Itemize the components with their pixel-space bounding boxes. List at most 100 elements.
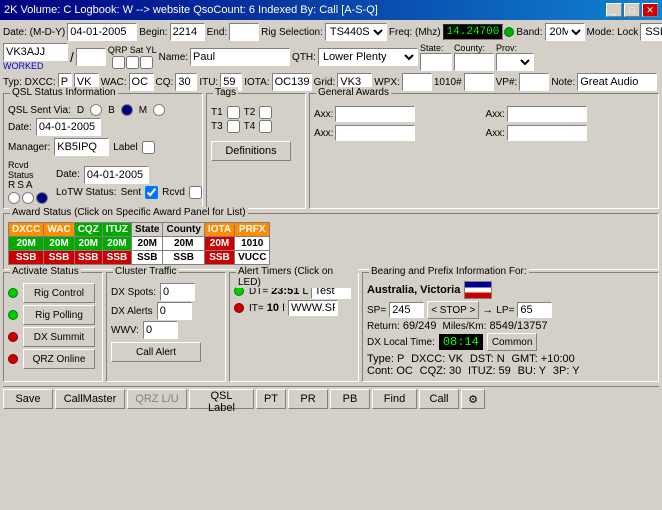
award-r2-cqz[interactable]: SSB — [74, 251, 102, 265]
award-hdr-iota[interactable]: IOTA — [204, 223, 234, 237]
state-input[interactable] — [420, 53, 452, 71]
band-select[interactable]: 20M — [545, 23, 585, 41]
it-val: 10 — [267, 302, 279, 314]
t2-check[interactable] — [259, 106, 272, 119]
axx2-input[interactable] — [507, 106, 587, 122]
award-r1-cqz[interactable]: 20M — [74, 237, 102, 251]
callmaster-button[interactable]: CallMaster — [55, 389, 125, 409]
award-hdr-county[interactable]: County — [163, 223, 204, 237]
t4-check[interactable] — [259, 120, 272, 133]
stop-button[interactable]: < STOP > — [427, 301, 479, 319]
sp-input[interactable]: 245 — [389, 302, 424, 318]
award-r2-prfx[interactable]: VUCC — [235, 251, 270, 265]
qth-select[interactable]: Lower Plenty — [318, 48, 418, 66]
vp-input[interactable] — [519, 73, 549, 91]
rig-polling-button[interactable]: Rig Polling — [23, 305, 95, 325]
rig-control-button[interactable]: Rig Control — [23, 283, 95, 303]
minimize-button[interactable]: _ — [606, 3, 622, 17]
award-hdr-wac[interactable]: WAC — [44, 223, 74, 237]
wac-input[interactable]: OC — [129, 73, 154, 91]
wwv-input[interactable]: 0 — [143, 321, 178, 339]
award-r1-county[interactable]: 20M — [163, 237, 204, 251]
via-b-radio[interactable] — [121, 104, 133, 116]
qsl-date-input[interactable]: 04-01-2005 — [36, 118, 101, 136]
qrz-online-button[interactable]: QRZ Online — [23, 349, 95, 369]
mode-select[interactable]: SSB — [640, 23, 662, 41]
close-button[interactable]: ✕ — [642, 3, 658, 17]
award-r1-prfx[interactable]: 1010 — [235, 237, 270, 251]
axx4-input[interactable] — [507, 125, 587, 141]
wpx-input[interactable] — [402, 73, 432, 91]
qrp-check[interactable] — [112, 56, 125, 69]
iota-input[interactable]: OC139 — [272, 73, 312, 91]
find-button[interactable]: Find — [372, 389, 417, 409]
end-input[interactable] — [229, 23, 259, 41]
it-input[interactable]: WWW.SFI — [288, 300, 338, 316]
award-r2-dxcc[interactable]: SSB — [9, 251, 44, 265]
award-r2-wac[interactable]: SSB — [44, 251, 74, 265]
pt-button[interactable]: PT — [256, 389, 286, 409]
axx3-input[interactable] — [335, 125, 415, 141]
cq-input[interactable]: 30 — [175, 73, 197, 91]
common-button[interactable]: Common — [487, 333, 538, 351]
via-d-radio[interactable] — [90, 104, 102, 116]
qsl-manager-input[interactable]: KB5IPQ — [54, 138, 109, 156]
yl-check[interactable] — [140, 56, 153, 69]
t1-check[interactable] — [227, 106, 240, 119]
dx-alerts-input[interactable]: 0 — [157, 302, 192, 320]
note-input[interactable]: Great Audio — [577, 73, 657, 91]
qsl-label-button[interactable]: QSL Label — [189, 389, 254, 409]
award-r1-wac[interactable]: 20M — [44, 237, 74, 251]
begin-input[interactable]: 2214 — [170, 23, 205, 41]
rcvd-s-radio[interactable] — [22, 192, 34, 204]
call-suffix-input[interactable] — [76, 48, 106, 66]
dx-local-time: 08:14 — [439, 334, 483, 350]
award-hdr-ituz[interactable]: ITUZ — [102, 223, 131, 237]
definitions-button[interactable]: Definitions — [211, 141, 291, 161]
rcvd-a-radio[interactable] — [36, 192, 48, 204]
award-r2-state[interactable]: SSB — [132, 251, 163, 265]
rig-select[interactable]: TS440S — [325, 23, 387, 41]
award-hdr-dxcc[interactable]: DXCC — [9, 223, 44, 237]
lotw-rcvd-check[interactable] — [189, 186, 202, 199]
pb-button[interactable]: PB — [330, 389, 370, 409]
award-r2-iota[interactable]: SSB — [204, 251, 234, 265]
ten10-input[interactable] — [464, 73, 494, 91]
rig-polling-led — [8, 310, 18, 320]
name-input[interactable]: Paul — [190, 48, 290, 66]
save-button[interactable]: Save — [3, 389, 53, 409]
award-hdr-state[interactable]: State — [132, 223, 163, 237]
lotw-sent-check[interactable] — [145, 186, 158, 199]
dx-spots-input[interactable]: 0 — [160, 283, 195, 301]
maximize-button[interactable]: □ — [624, 3, 640, 17]
rcvd-date-input[interactable]: 04-01-2005 — [84, 166, 149, 184]
qsl-label-check[interactable] — [142, 141, 155, 154]
award-r1-state[interactable]: 20M — [132, 237, 163, 251]
prov-select[interactable] — [496, 53, 534, 71]
it-led[interactable] — [234, 303, 244, 313]
sat-check[interactable] — [126, 56, 139, 69]
award-r1-ituz[interactable]: 20M — [102, 237, 131, 251]
pr-button[interactable]: PR — [288, 389, 328, 409]
dx-summit-button[interactable]: DX Summit — [23, 327, 95, 347]
lp-input[interactable]: 65 — [517, 302, 552, 318]
tools-button[interactable]: ⚙ — [461, 389, 485, 409]
call-button[interactable]: Call — [419, 389, 459, 409]
rcvd-s: S — [17, 180, 24, 191]
date-input[interactable]: 04-01-2005 — [67, 23, 137, 41]
award-r2-county[interactable]: SSB — [163, 251, 204, 265]
rcvd-r-radio[interactable] — [8, 192, 20, 204]
county-input[interactable] — [454, 53, 494, 71]
qrzlv-button[interactable]: QRZ L/U — [127, 389, 187, 409]
t3-check[interactable] — [227, 120, 240, 133]
via-m-radio[interactable] — [153, 104, 165, 116]
award-r2-ituz[interactable]: SSB — [102, 251, 131, 265]
award-hdr-cqz[interactable]: CQZ — [74, 223, 102, 237]
award-r1-iota[interactable]: 20M — [204, 237, 234, 251]
window-controls[interactable]: _ □ ✕ — [606, 3, 658, 17]
call-alert-button[interactable]: Call Alert — [111, 342, 201, 362]
award-hdr-prfx[interactable]: PRFX — [235, 223, 270, 237]
award-r1-dxcc[interactable]: 20M — [9, 237, 44, 251]
axx1-input[interactable] — [335, 106, 415, 122]
callsign-input[interactable]: VK3AJJ — [3, 43, 68, 61]
